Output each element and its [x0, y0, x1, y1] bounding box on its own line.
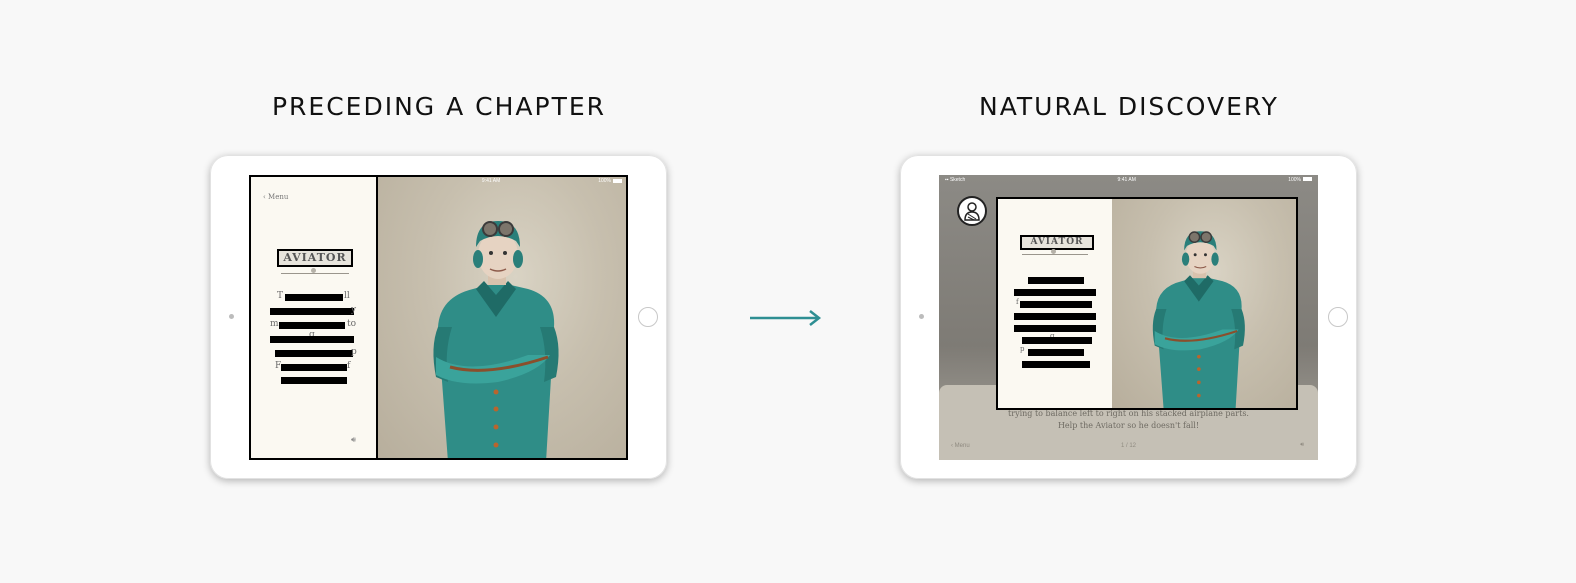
aviator-figure: [1152, 231, 1245, 408]
ipad-device-right: ▪▪ Sketch 9:41 AM 100% trying to balance…: [900, 155, 1357, 479]
title-natural-discovery: NATURAL DISCOVERY: [979, 92, 1279, 121]
text-fragment: m: [270, 319, 279, 329]
redaction-bar: [1014, 289, 1096, 296]
chapter-preview-card[interactable]: AVIATOR f g p: [996, 197, 1298, 410]
story-text-panel: ‹ Menu AVIATOR T ll y m to g p F f 🔊︎: [251, 177, 378, 458]
ipad-screen-right: ▪▪ Sketch 9:41 AM 100% trying to balance…: [939, 175, 1318, 460]
aviator-figure: [433, 221, 559, 458]
home-button[interactable]: [1328, 307, 1348, 327]
text-fragment: ll: [344, 291, 350, 301]
redaction-bar: [279, 322, 345, 329]
text-fragment: p: [351, 347, 357, 357]
page-indicator: 1 / 12: [1120, 443, 1136, 449]
home-button[interactable]: [638, 307, 658, 327]
text-fragment: to: [347, 319, 357, 329]
redacted-story-text: T ll y m to g p F f: [251, 177, 376, 458]
speaker-icon[interactable]: 🔊︎: [351, 435, 356, 445]
caption-line-2: Help the Aviator so he doesn't fall!: [1057, 421, 1200, 430]
redaction-bar: [270, 308, 354, 315]
redaction-bar: [1028, 349, 1084, 356]
redaction-bar: [1020, 301, 1092, 308]
text-fragment: f: [1016, 298, 1019, 306]
redaction-bar: [1014, 325, 1096, 332]
status-carrier: Sketch: [949, 176, 966, 183]
front-camera: [919, 314, 924, 319]
redaction-bar: [270, 336, 354, 343]
preview-text-panel: AVIATOR f g p: [998, 199, 1114, 408]
text-fragment: p: [1020, 345, 1025, 353]
ipad-screen-left: ‹ Menu AVIATOR T ll y m to g p F f 🔊︎ 9:…: [249, 175, 628, 460]
status-battery: 100%: [1288, 176, 1301, 183]
text-fragment: T: [277, 291, 284, 301]
front-camera: [229, 314, 234, 319]
ipad-device-left: ‹ Menu AVIATOR T ll y m to g p F f 🔊︎ 9:…: [210, 155, 667, 479]
arrow-right-icon: [750, 310, 822, 326]
redaction-bar: [1022, 337, 1092, 344]
redaction-bar: [1022, 361, 1090, 368]
redacted-story-text: f g p: [998, 199, 1112, 408]
status-bar: ▪▪ Sketch 9:41 AM 100%: [939, 175, 1318, 184]
aviator-photo: 9:41 AM 100%: [378, 177, 626, 458]
aviator-photo: [1112, 199, 1296, 408]
redaction-bar: [285, 294, 343, 301]
redaction-bar: [1028, 277, 1084, 284]
battery-icon: [1302, 177, 1312, 182]
redaction-bar: [275, 350, 353, 357]
redaction-bar: [1014, 313, 1096, 320]
speaker-icon[interactable]: 🔊︎: [1300, 442, 1304, 449]
redaction-bar: [281, 364, 347, 371]
text-fragment: y: [351, 305, 357, 315]
title-preceding-chapter: PRECEDING A CHAPTER: [271, 92, 607, 121]
redaction-bar: [281, 377, 347, 384]
text-fragment: f: [347, 361, 351, 371]
aviator-profile-icon[interactable]: [957, 196, 987, 226]
caption-line-1: trying to balance left to right on his s…: [1008, 409, 1249, 418]
status-time: 9:41 AM: [1117, 176, 1136, 183]
